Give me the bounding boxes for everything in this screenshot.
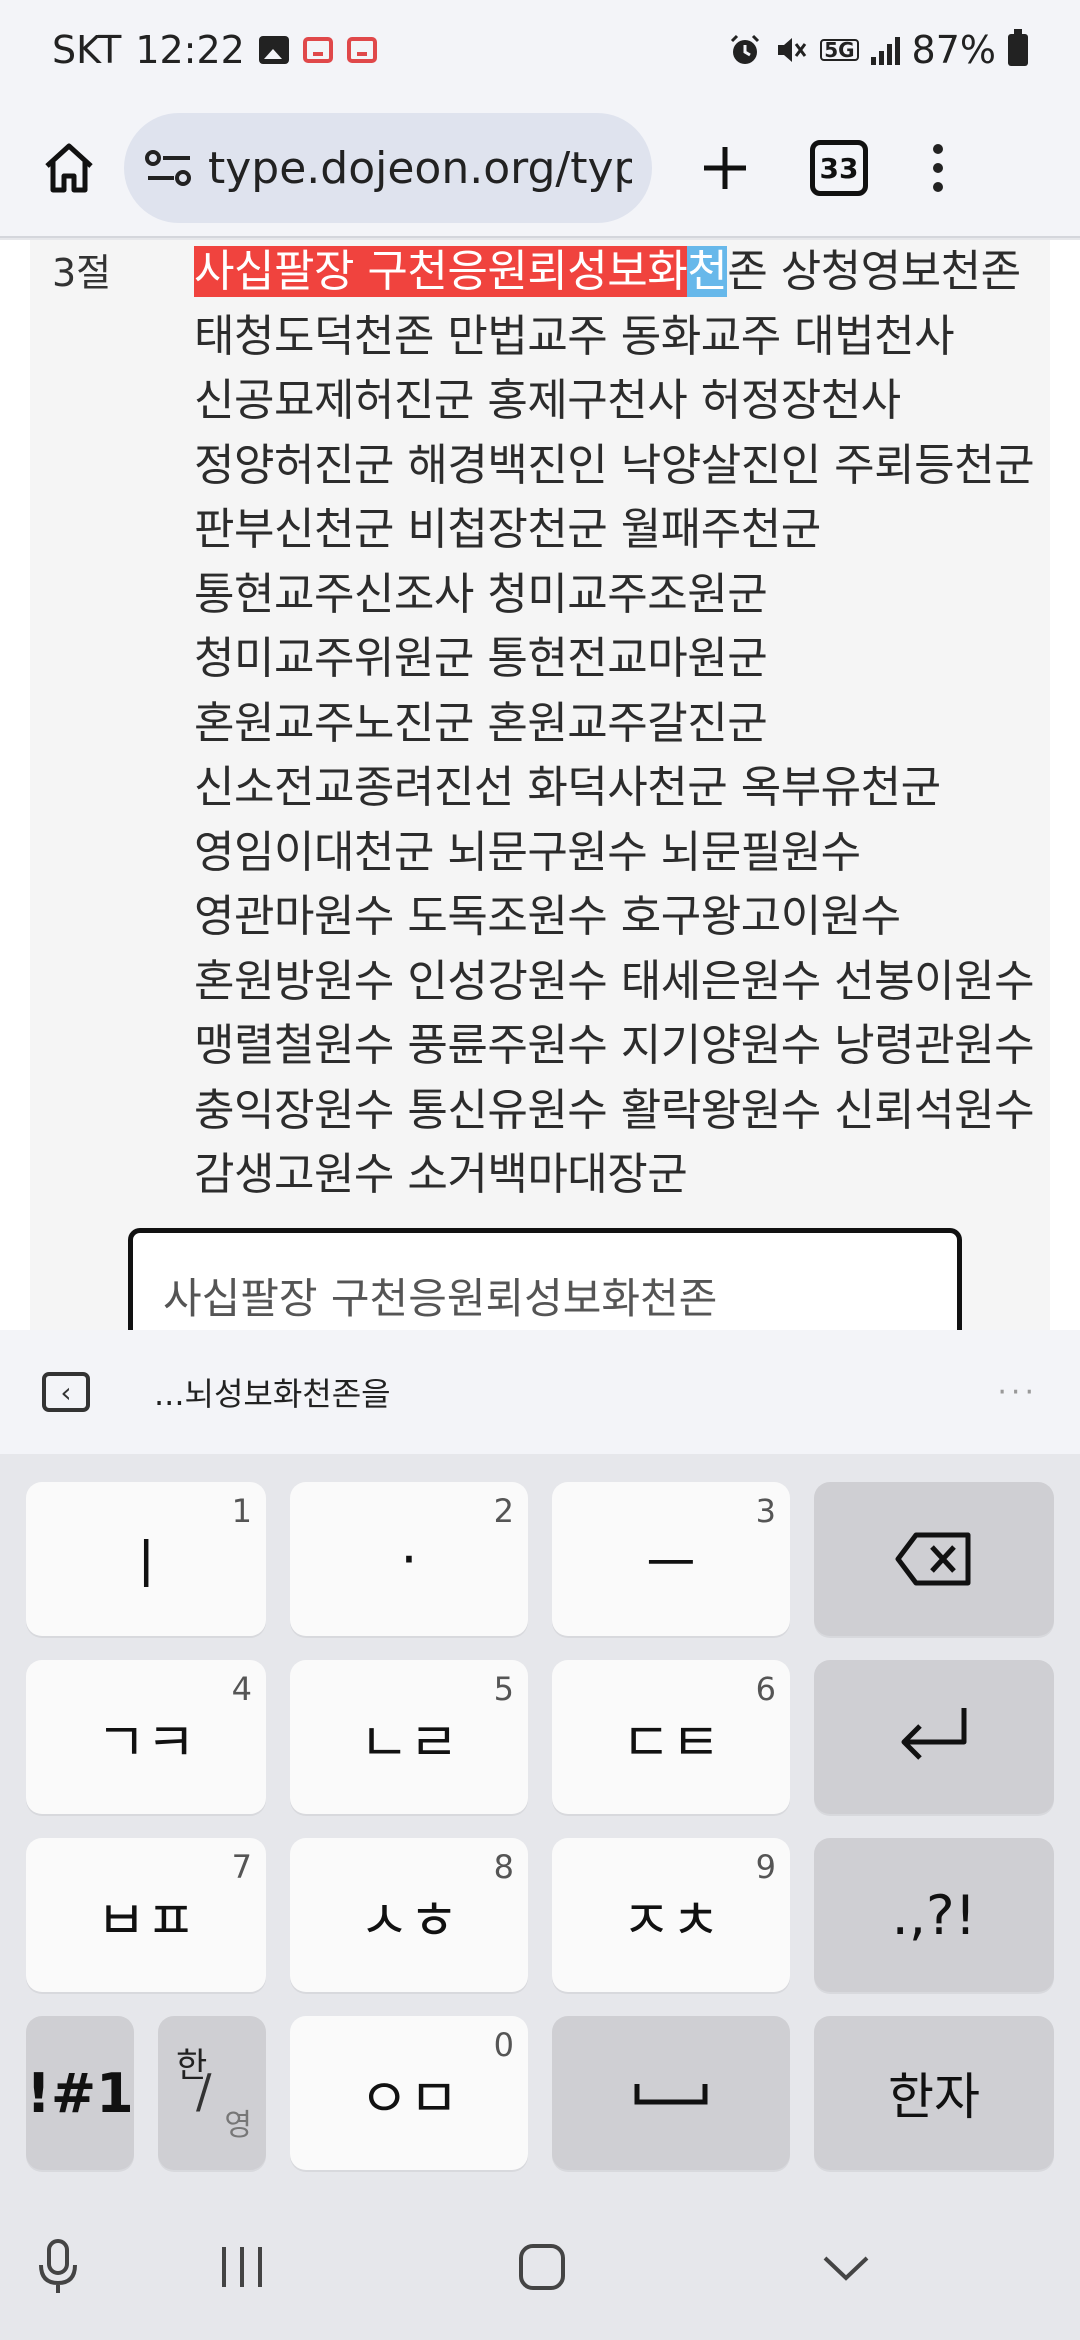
browser-toolbar: type.dojeon.org/typ 33 xyxy=(0,100,1080,238)
home-button[interactable] xyxy=(14,113,124,223)
typing-input[interactable]: 사십팔장 구천응원뢰성보화천존 xyxy=(128,1228,962,1330)
network-label: 5G xyxy=(820,39,859,61)
calendar-icon xyxy=(302,37,333,63)
new-tab-button[interactable] xyxy=(680,113,770,223)
key-nieun[interactable]: ㄴㄹ 5 xyxy=(290,1660,528,1814)
punctuation-key[interactable]: .,?! xyxy=(814,1838,1054,1992)
alarm-icon xyxy=(728,33,762,67)
collapse-toolbar-button[interactable]: ‹ xyxy=(42,1372,90,1412)
site-settings-icon[interactable] xyxy=(144,148,194,188)
hide-keyboard-button[interactable] xyxy=(806,2232,886,2302)
space-key[interactable] xyxy=(552,2016,790,2170)
battery-icon xyxy=(1008,29,1028,66)
current-char: 천 xyxy=(687,246,728,297)
home-nav-button[interactable] xyxy=(502,2232,582,2302)
space-icon xyxy=(634,2084,708,2105)
recent-apps-button[interactable] xyxy=(202,2232,282,2302)
url-text[interactable]: type.dojeon.org/typ xyxy=(208,143,632,194)
home-icon xyxy=(45,143,93,193)
key-vowel-eu[interactable]: ㅡ3 xyxy=(552,1482,790,1636)
keyboard: ㅣ1 · 2 ㅡ3 ㄱㅋ 4 ㄴㄹ 5 ㄷㅌ 6 ㅂㅍ 7 ㅅㅎ 8 ㅈㅊ 9 .,?! !#… xyxy=(0,1454,1080,2194)
key-siot[interactable]: ㅅㅎ 8 xyxy=(290,1838,528,1992)
backspace-icon xyxy=(895,1532,971,1586)
key-jieut[interactable]: ㅈㅊ 9 xyxy=(552,1838,790,1992)
typing-panel: 3절 사십팔장 구천응원뢰성보화천존 상청영보천존 태청도덕천존 만법교주 동화… xyxy=(30,240,1050,1330)
key-vowel-dot[interactable]: · 2 xyxy=(290,1482,528,1636)
address-bar[interactable]: type.dojeon.org/typ xyxy=(124,113,652,223)
suggestion-word[interactable]: ...뇌성보화천존을 xyxy=(154,1369,391,1415)
language-toggle-key[interactable]: 한 / 영 xyxy=(158,2016,266,2170)
battery-percent: 87% xyxy=(911,28,996,72)
verse-text: 사십팔장 구천응원뢰성보화천존 상청영보천존 태청도덕천존 만법교주 동화교주 … xyxy=(194,240,1044,1208)
key-giyeok[interactable]: ㄱㅋ 4 xyxy=(26,1660,266,1814)
backspace-key[interactable] xyxy=(814,1482,1054,1636)
symbols-key[interactable]: !#1 xyxy=(26,2016,134,2170)
calendar-icon xyxy=(346,37,377,63)
key-vowel-i[interactable]: ㅣ1 xyxy=(26,1482,266,1636)
more-menu-button[interactable] xyxy=(908,113,968,223)
chevron-down-icon xyxy=(823,2256,869,2281)
remaining-text: 존 상청영보천존 태청도덕천존 만법교주 동화교주 대법천사 신공묘제허진군 홍… xyxy=(194,246,1035,1200)
clock: 12:22 xyxy=(135,28,245,72)
key-ieung[interactable]: ㅇㅁ 0 xyxy=(290,2016,528,2170)
enter-icon xyxy=(901,1708,967,1760)
microphone-button[interactable] xyxy=(18,2232,98,2302)
key-bieup[interactable]: ㅂㅍ 7 xyxy=(26,1838,266,1992)
plus-icon xyxy=(704,147,746,189)
carrier-label: SKT xyxy=(52,28,122,72)
mute-icon xyxy=(774,33,808,67)
tab-switcher-button[interactable]: 33 xyxy=(810,140,868,196)
suggestion-bar: ‹ ...뇌성보화천존을 ··· xyxy=(0,1330,1080,1454)
image-icon xyxy=(258,36,289,64)
navigation-bar xyxy=(0,2194,1080,2340)
chevron-left-icon: ‹ xyxy=(60,1375,72,1409)
recent-apps-icon xyxy=(222,2247,262,2287)
microphone-icon xyxy=(39,2239,77,2293)
verse-label: 3절 xyxy=(52,251,112,295)
typed-text: 사십팔장 구천응원뢰성보화 xyxy=(194,246,688,297)
more-suggestions-icon[interactable]: ··· xyxy=(997,1375,1038,1410)
page-content: 3절 사십팔장 구천응원뢰성보화천존 상청영보천존 태청도덕천존 만법교주 동화… xyxy=(0,240,1080,1330)
enter-key[interactable] xyxy=(814,1660,1054,1814)
home-nav-icon xyxy=(519,2244,565,2290)
hanja-key[interactable]: 한자 xyxy=(814,2016,1054,2170)
signal-icon xyxy=(870,35,900,65)
key-digeut[interactable]: ㄷㅌ 6 xyxy=(552,1660,790,1814)
status-bar: SKT 12:22 5G 87% xyxy=(0,0,1080,100)
